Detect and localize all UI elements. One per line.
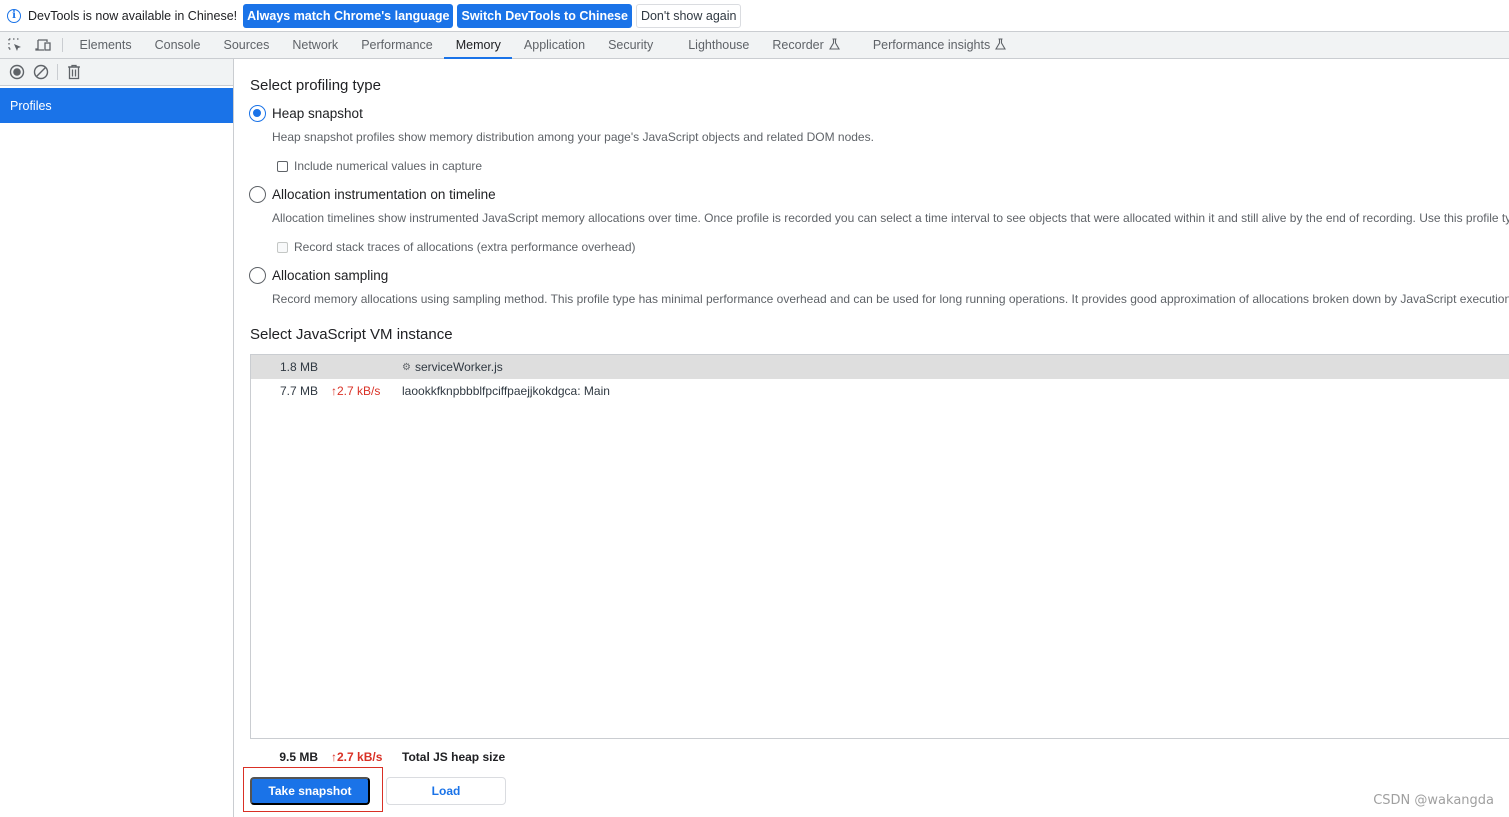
tab-performance[interactable]: Performance — [350, 32, 445, 58]
heap-snapshot-description: Heap snapshot profiles show memory distr… — [272, 130, 874, 144]
checkbox — [277, 241, 288, 253]
infobar-message: DevTools is now available in Chinese! — [28, 8, 238, 23]
delete-button[interactable] — [62, 61, 86, 83]
total-heap-label: Total JS heap size — [402, 750, 506, 764]
radio-label: Allocation instrumentation on timeline — [272, 187, 496, 202]
tab-label: Network — [292, 38, 339, 52]
vm-instance-row[interactable]: 1.8 MB ⚙ serviceWorker.js — [251, 355, 1509, 379]
language-infobar: i DevTools is now available in Chinese! … — [0, 0, 1509, 31]
info-icon: i — [7, 8, 21, 23]
take-snapshot-button[interactable]: Take snapshot — [250, 777, 370, 805]
toolbar-divider — [62, 38, 63, 52]
load-button[interactable]: Load — [386, 777, 506, 805]
tab-label: Lighthouse — [688, 38, 750, 52]
profiles-sidebar: Profiles — [0, 59, 234, 817]
allocation-sampling-description: Record memory allocations using sampling… — [272, 292, 1509, 306]
switch-to-chinese-button[interactable]: Switch DevTools to Chinese — [457, 3, 632, 28]
radio-button[interactable] — [249, 186, 266, 203]
radio-label: Heap snapshot — [272, 106, 363, 121]
tab-security[interactable]: Security — [597, 32, 665, 58]
vm-instance-row[interactable]: 7.7 MB ↑2.7 kB/s laookkfknpbbblfpciffpae… — [251, 379, 1509, 403]
tab-memory[interactable]: Memory — [444, 32, 513, 59]
sidebar-item-profiles[interactable]: Profiles — [0, 88, 233, 123]
tab-console[interactable]: Console — [143, 32, 212, 58]
clear-all-button[interactable] — [29, 61, 53, 83]
device-toolbar-icon[interactable] — [29, 32, 57, 58]
total-heap-size: 9.5 MB — [279, 750, 318, 764]
tab-label: Performance — [361, 38, 433, 52]
tab-network[interactable]: Network — [281, 32, 350, 58]
tab-elements[interactable]: Elements — [68, 32, 143, 58]
vm-heap-size: 7.7 MB — [279, 384, 318, 398]
radio-heap-snapshot[interactable]: Heap snapshot — [249, 105, 363, 122]
total-heap-summary: 9.5 MB ↑2.7 kB/s Total JS heap size — [235, 750, 505, 764]
vm-heap-size: 1.8 MB — [279, 360, 318, 374]
record-button[interactable] — [5, 61, 29, 83]
record-icon — [9, 64, 25, 80]
include-numerical-values-checkbox[interactable]: Include numerical values in capture — [277, 159, 482, 173]
devtools-tabbar: Elements Console Sources Network Perform… — [0, 31, 1509, 59]
memory-panel: Select profiling type Heap snapshot Heap… — [235, 59, 1509, 817]
inspect-element-icon[interactable] — [1, 32, 29, 58]
record-stack-traces-checkbox: Record stack traces of allocations (extr… — [277, 240, 636, 254]
dont-show-again-button[interactable]: Don't show again — [635, 3, 742, 28]
tab-label: Elements — [79, 38, 132, 52]
checkbox[interactable] — [277, 160, 288, 172]
radio-button[interactable] — [249, 105, 266, 122]
tab-label: Memory — [455, 38, 501, 52]
trash-icon — [68, 64, 80, 80]
profiling-type-title: Select profiling type — [250, 77, 381, 94]
tab-lighthouse[interactable]: Lighthouse — [677, 32, 761, 58]
sidebar-item-label: Profiles — [10, 98, 52, 113]
total-heap-rate: ↑2.7 kB/s — [331, 750, 383, 764]
watermark: CSDN @wakangda — [1373, 793, 1494, 808]
vm-instance-name: serviceWorker.js — [414, 360, 503, 374]
experiment-flask-icon — [995, 37, 1007, 53]
tab-recorder[interactable]: Recorder — [761, 32, 851, 58]
radio-allocation-sampling[interactable]: Allocation sampling — [249, 267, 388, 284]
tab-performance-insights[interactable]: Performance insights — [861, 32, 1017, 58]
profiles-toolbar — [0, 59, 233, 86]
radio-button[interactable] — [249, 267, 266, 284]
tab-sources[interactable]: Sources — [212, 32, 281, 58]
tab-label: Performance insights — [872, 38, 991, 52]
vm-instance-name: laookkfknpbbblfpciffpaejjkokdgca: Main — [402, 384, 610, 398]
toolbar-divider — [57, 64, 58, 80]
vm-heap-rate: ↑2.7 kB/s — [331, 384, 381, 398]
gear-icon: ⚙ — [402, 361, 411, 373]
tab-label: Sources — [223, 38, 270, 52]
tab-application[interactable]: Application — [512, 32, 596, 58]
tab-label: Application — [523, 38, 586, 52]
vm-instance-list: 1.8 MB ⚙ serviceWorker.js 7.7 MB ↑2.7 kB… — [250, 354, 1509, 739]
clear-icon — [33, 64, 49, 80]
radio-allocation-timeline[interactable]: Allocation instrumentation on timeline — [249, 186, 496, 203]
tab-label: Recorder — [772, 38, 824, 52]
experiment-flask-icon — [828, 37, 840, 53]
radio-label: Allocation sampling — [272, 268, 389, 283]
allocation-timeline-description: Allocation timelines show instrumented J… — [272, 211, 1509, 225]
tab-label: Console — [154, 38, 201, 52]
tab-label: Security — [608, 38, 654, 52]
checkbox-label: Record stack traces of allocations (extr… — [294, 240, 636, 254]
always-match-language-button[interactable]: Always match Chrome's language — [243, 3, 454, 28]
vm-instance-title: Select JavaScript VM instance — [250, 326, 453, 343]
checkbox-label: Include numerical values in capture — [294, 159, 483, 173]
